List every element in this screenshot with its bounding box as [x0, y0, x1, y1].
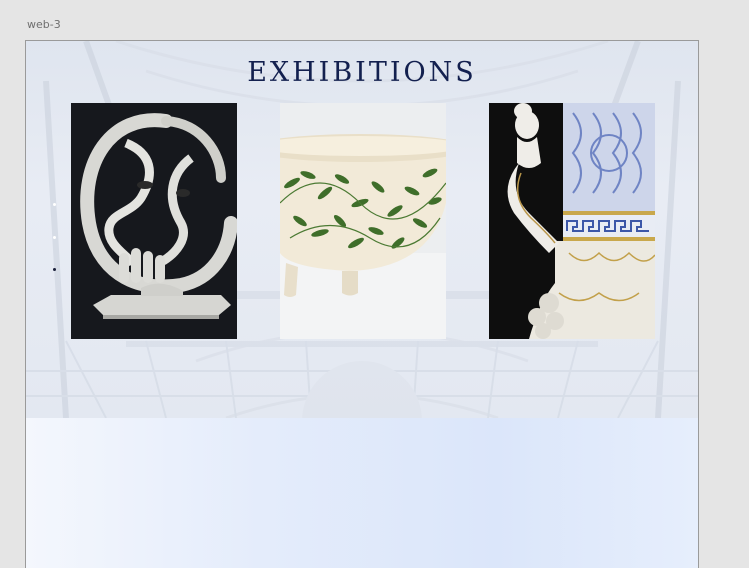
page-title: EXHIBITIONS [247, 57, 477, 88]
bowl-image [280, 103, 446, 339]
artboard-label: web-3 [27, 18, 61, 31]
slider-dot[interactable] [53, 236, 56, 239]
porcelain-image [489, 103, 655, 339]
exhibitions-hero: EXHIBITIONS [26, 41, 698, 418]
sculpture-image [71, 103, 237, 339]
slider-dot-active[interactable] [53, 268, 56, 271]
slider-indicators [53, 201, 59, 281]
artboard-web-3: EXHIBITIONS [25, 40, 699, 568]
slider-dot[interactable] [53, 203, 56, 206]
exhibit-card-porcelain[interactable] [489, 103, 655, 339]
exhibit-card-sculpture[interactable] [71, 103, 237, 339]
exhibit-card-bowl[interactable] [280, 103, 446, 339]
content-section [26, 418, 698, 568]
